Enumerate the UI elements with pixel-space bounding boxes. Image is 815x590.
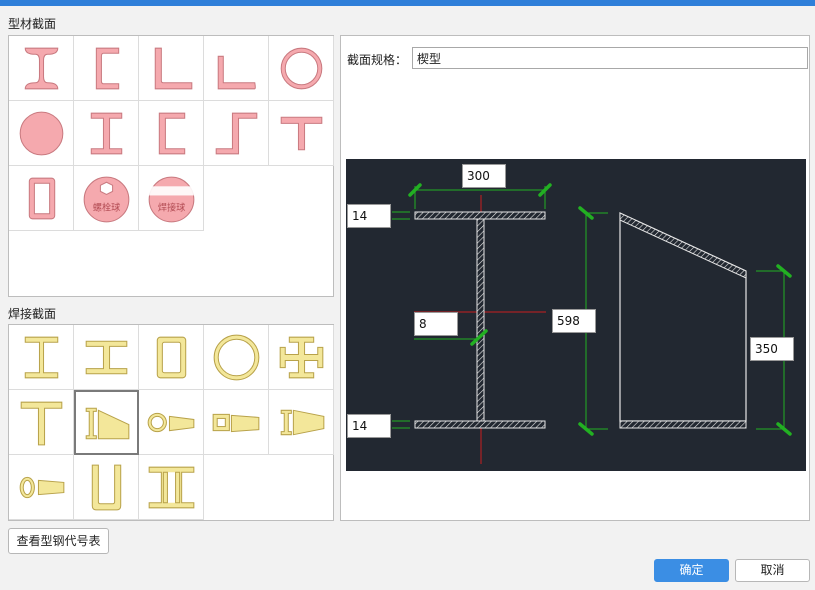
dimension-ticks	[408, 183, 792, 436]
welded-wedge-icon	[85, 407, 130, 440]
section-drawing-canvas: 300 14 8 598 350 14	[346, 159, 806, 471]
welded-double-channel-icon	[148, 466, 195, 509]
wedge-bottom-flange	[619, 420, 747, 429]
section-cell-welded-box[interactable]	[139, 325, 204, 390]
section-cell-pipe[interactable]	[269, 36, 334, 101]
section-cell-i-beam[interactable]	[9, 36, 74, 101]
angle-thin-icon	[217, 55, 256, 90]
web-thickness-input[interactable]: 8	[414, 312, 458, 336]
section-cell-welded-ring-taper[interactable]	[139, 390, 204, 455]
rect-tube-icon	[28, 177, 56, 220]
welded-h-beam-icon	[85, 340, 128, 375]
section-cell-welded-double-channel[interactable]	[139, 455, 204, 520]
section-cell-c-channel[interactable]	[139, 101, 204, 166]
weld-ball-icon: 焊接球	[148, 176, 195, 223]
channel-icon	[95, 47, 120, 90]
c-channel-icon	[158, 112, 186, 155]
section-height-input[interactable]: 598	[552, 309, 596, 333]
t-section-icon	[280, 116, 323, 151]
top-flange-width-input[interactable]: 300	[462, 164, 506, 188]
welded-cross-icon	[279, 336, 324, 379]
round-bar-icon	[19, 111, 64, 156]
section-cell-welded-oval-taper[interactable]	[9, 455, 74, 520]
wedge-top-flange	[619, 212, 747, 279]
ok-button[interactable]: 确定	[654, 559, 729, 582]
bolt-ball-icon: 螺栓球	[83, 176, 130, 223]
bottom-flange-thickness-input[interactable]: 14	[347, 414, 391, 438]
welded-pipe-icon	[213, 334, 260, 381]
welded-sections-grid	[8, 324, 334, 521]
angle-equal-icon	[154, 47, 193, 90]
section-cell-welded-i-taper[interactable]	[269, 390, 334, 455]
cancel-button[interactable]: 取消	[735, 559, 810, 582]
section-cell-welded-u[interactable]	[74, 455, 139, 520]
section-cell-welded-pipe[interactable]	[204, 325, 269, 390]
section-cell-bolt-ball[interactable]: 螺栓球	[74, 166, 139, 231]
z-section-icon	[215, 112, 258, 155]
section-cell-welded-cross[interactable]	[269, 325, 334, 390]
profile-sections-grid: 螺栓球 焊接球	[8, 35, 334, 297]
bottom-flange	[414, 420, 546, 429]
pipe-icon	[280, 47, 323, 90]
section-cell-h-beam[interactable]	[74, 101, 139, 166]
section-cell-welded-h-beam[interactable]	[74, 325, 139, 390]
section-cell-welded-wedge[interactable]	[74, 390, 139, 455]
welded-u-icon	[91, 464, 122, 511]
view-steel-codes-button[interactable]: 查看型钢代号表	[8, 528, 109, 554]
profile-sections-title: 型材截面	[8, 17, 57, 31]
welded-ring-taper-icon	[147, 412, 195, 433]
section-cell-angle-equal[interactable]	[139, 36, 204, 101]
welded-sections-title: 焊接截面	[8, 307, 57, 321]
section-cell-rect-tube[interactable]	[9, 166, 74, 231]
section-cell-z-section[interactable]	[204, 101, 269, 166]
welded-i-beam-icon	[24, 336, 59, 379]
spec-input[interactable]	[412, 47, 808, 69]
section-cell-welded-box-taper[interactable]	[204, 390, 269, 455]
spec-label: 截面规格：	[347, 53, 408, 67]
dimension-lines	[392, 186, 785, 430]
section-cell-weld-ball[interactable]: 焊接球	[139, 166, 204, 231]
i-beam-icon	[24, 47, 59, 90]
section-cell-welded-i-beam[interactable]	[9, 325, 74, 390]
section-preview-panel: 截面规格： 楔型 300 14 8 598 350 14	[340, 35, 810, 521]
welded-t-icon	[20, 401, 63, 446]
section-cell-angle-thin[interactable]	[204, 36, 269, 101]
section-cell-round-bar[interactable]	[9, 101, 74, 166]
web	[476, 218, 485, 422]
section-cell-label: 螺栓球	[93, 202, 120, 214]
h-beam-icon	[90, 112, 123, 155]
section-cell-t-section[interactable]	[269, 101, 334, 166]
end-height-input[interactable]: 350	[750, 337, 794, 361]
top-flange	[414, 211, 546, 220]
section-cell-welded-t[interactable]	[9, 390, 74, 455]
section-cell-channel[interactable]	[74, 36, 139, 101]
welded-i-taper-icon	[280, 409, 325, 436]
welded-box-icon	[156, 336, 187, 379]
section-cell-label: 焊接球	[158, 202, 185, 214]
top-flange-thickness-input[interactable]: 14	[347, 204, 391, 228]
welded-box-taper-icon	[212, 413, 260, 433]
window-title-bar	[0, 0, 815, 6]
welded-oval-taper-icon	[19, 476, 65, 499]
